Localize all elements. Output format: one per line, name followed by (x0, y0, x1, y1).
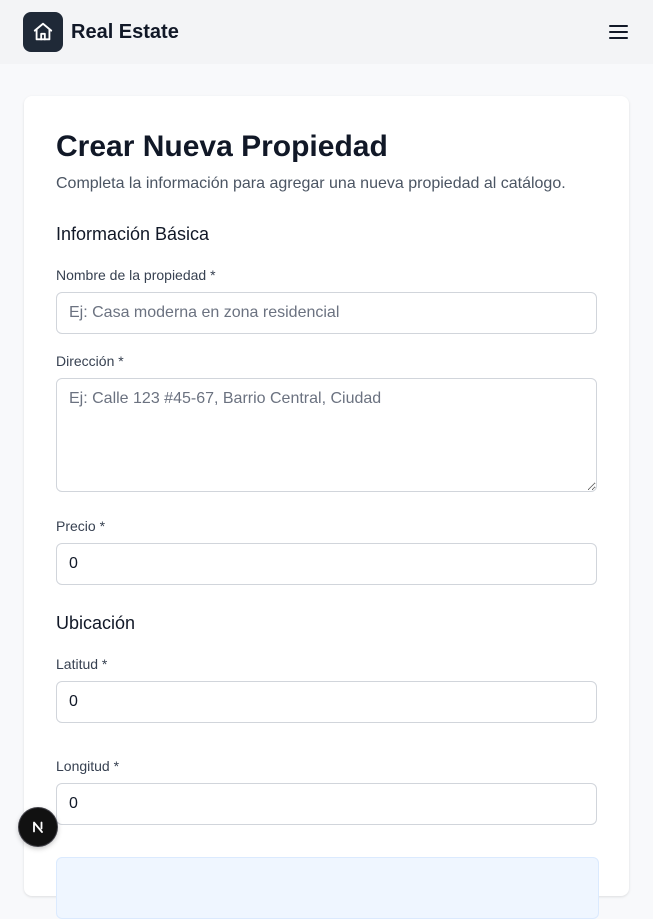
name-label: Nombre de la propiedad * (56, 267, 216, 283)
address-textarea[interactable] (56, 378, 597, 492)
nextjs-logo-icon (33, 821, 43, 833)
info-box (56, 857, 599, 919)
section-heading-location: Ubicación (56, 613, 136, 633)
longitude-label: Longitud * (56, 758, 120, 774)
latitude-label: Latitud * (56, 656, 108, 672)
home-icon (33, 22, 53, 41)
price-label: Precio * (56, 518, 106, 534)
latitude-input[interactable] (56, 681, 597, 723)
create-property-card: Crear Nueva Propiedad Completa la inform… (24, 96, 629, 919)
longitude-input[interactable] (56, 783, 597, 825)
logo[interactable] (23, 12, 63, 52)
hamburger-menu-icon (609, 25, 628, 39)
address-label: Dirección * (56, 353, 124, 369)
menu-button[interactable] (605, 20, 633, 44)
brand-name[interactable]: Real Estate (71, 19, 179, 45)
section-heading-basic: Información Básica (56, 224, 210, 244)
property-name-input[interactable] (56, 292, 597, 334)
nextjs-dev-indicator[interactable] (19, 808, 57, 846)
page-title: Crear Nueva Propiedad (56, 130, 388, 163)
top-navbar: Real Estate (0, 0, 653, 64)
page-subtitle: Completa la información para agregar una… (56, 175, 566, 192)
price-input[interactable] (56, 543, 597, 585)
